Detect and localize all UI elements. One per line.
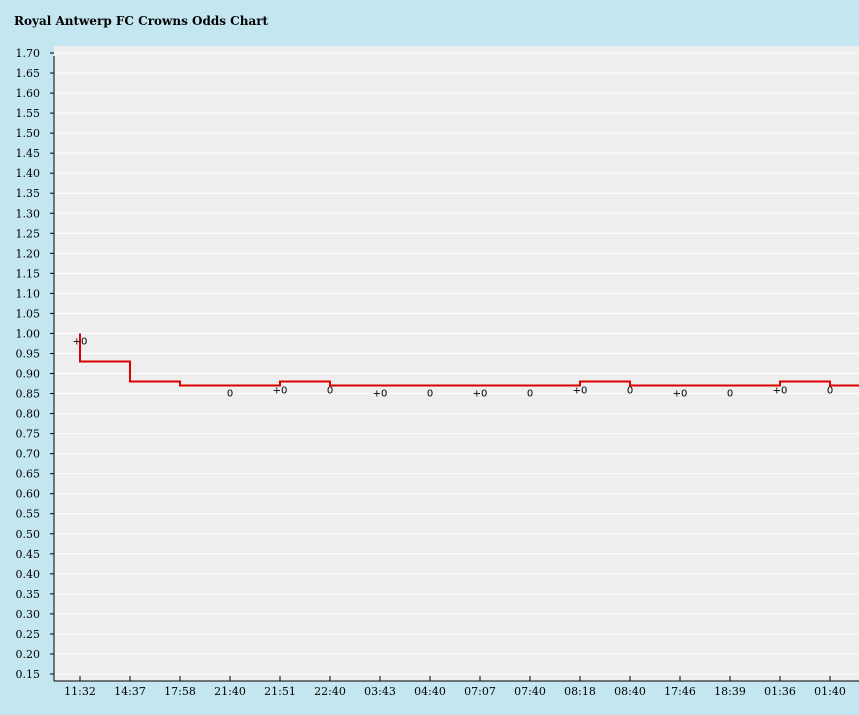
y-tick-label: 1.30	[16, 207, 41, 220]
y-tick-label: 1.45	[16, 147, 41, 160]
odds-chart: Royal Antwerp FC Crowns Odds Chart 0.15 0…	[0, 0, 859, 715]
point-label: 0	[327, 386, 333, 397]
x-tick-label: 17:58	[164, 685, 196, 698]
y-tick-label: 0.55	[16, 508, 41, 521]
x-tick-label: 18:39	[714, 685, 746, 698]
y-tick-label: 0.90	[16, 368, 41, 381]
y-tick-label: 1.25	[16, 227, 41, 240]
y-tick-label: 0.30	[16, 608, 41, 621]
x-tick-label: 14:37	[114, 685, 146, 698]
x-tick-label: 22:40	[314, 685, 346, 698]
y-tick-label: 0.40	[16, 568, 41, 581]
point-label: +0	[473, 389, 488, 400]
point-label: +0	[673, 389, 688, 400]
y-tick-label: 1.40	[16, 167, 41, 180]
x-tick-label: 01:40	[814, 685, 846, 698]
y-tick-label: 1.55	[16, 107, 41, 120]
y-tick-label: 0.35	[16, 588, 41, 601]
x-tick-label: 04:40	[414, 685, 446, 698]
point-label: +0	[73, 336, 88, 347]
y-tick-label: 1.70	[16, 47, 41, 60]
x-tick-label: 11:32	[64, 685, 96, 698]
point-label: 0	[427, 389, 433, 400]
y-tick-label: 0.95	[16, 347, 41, 360]
y-tick-label: 1.10	[16, 287, 41, 300]
y-tick-label: 0.85	[16, 388, 41, 401]
x-tick-label: 07:07	[464, 685, 496, 698]
y-tick-label: 0.20	[16, 648, 41, 661]
y-tick-label: 0.80	[16, 408, 41, 421]
x-tick-label: 17:46	[664, 685, 696, 698]
x-tick-label: 01:36	[764, 685, 796, 698]
x-tick-label: 21:40	[214, 685, 246, 698]
y-tick-label: 0.75	[16, 428, 41, 441]
x-tick-label: 03:43	[364, 685, 396, 698]
y-tick-label: 1.50	[16, 127, 41, 140]
point-label: 0	[727, 389, 733, 400]
point-label: +0	[573, 386, 588, 397]
y-tick-label: 1.60	[16, 87, 41, 100]
y-tick-label: 1.15	[16, 267, 41, 280]
y-tick-label: 0.45	[16, 548, 41, 561]
y-tick-label: 1.05	[16, 307, 41, 320]
y-tick-label: 1.65	[16, 67, 41, 80]
x-tick-label: 08:18	[564, 685, 596, 698]
x-tick-label: 08:40	[614, 685, 646, 698]
y-tick-label: 0.65	[16, 468, 41, 481]
y-tick-label: 0.25	[16, 628, 41, 641]
x-tick-label: 07:40	[514, 685, 546, 698]
y-tick-label: 1.20	[16, 247, 41, 260]
point-label: 0	[527, 389, 533, 400]
point-label: 0	[627, 386, 633, 397]
y-tick-label: 0.70	[16, 448, 41, 461]
plot-background	[54, 46, 859, 681]
y-tick-label: 1.00	[16, 327, 41, 340]
chart-svg: 0.15 0.20 0.25 0.30 0.35 0.40 0.45 0.50 0.55 0.60…	[16, 46, 859, 698]
point-label: 0	[227, 389, 233, 400]
y-tick-label: 0.15	[16, 668, 41, 681]
y-tick-label: 0.60	[16, 488, 41, 501]
y-tick-label: 1.35	[16, 187, 41, 200]
point-label: +0	[773, 386, 788, 397]
x-tick-label: 21:51	[264, 685, 296, 698]
point-label: +0	[273, 386, 288, 397]
point-label: 0	[827, 386, 833, 397]
point-label: +0	[373, 389, 388, 400]
y-tick-label: 0.50	[16, 528, 41, 541]
